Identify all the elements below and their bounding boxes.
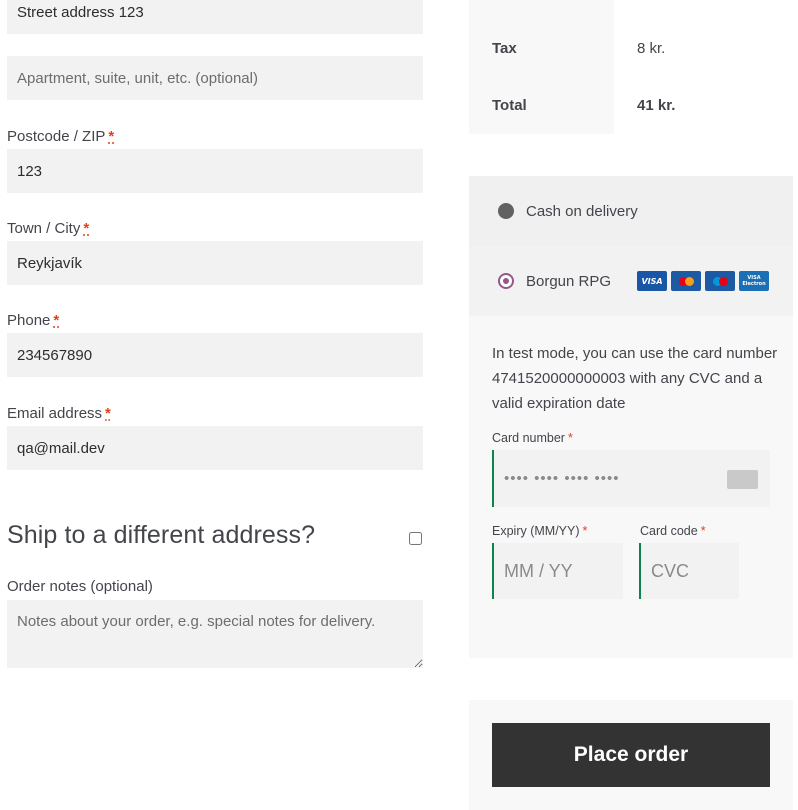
totals-label-column	[469, 0, 614, 134]
email-input[interactable]	[7, 426, 423, 470]
card-code-input[interactable]	[639, 543, 739, 599]
street-address-input[interactable]	[7, 0, 423, 34]
borgun-label[interactable]: Borgun RPG	[526, 273, 611, 290]
required-marker: *	[108, 128, 115, 145]
order-notes-textarea[interactable]	[7, 600, 423, 668]
ship-to-different-address-heading: Ship to a different address?	[7, 521, 316, 549]
required-marker: *	[567, 431, 573, 445]
expiry-label-text: Expiry (MM/YY)	[492, 524, 580, 538]
maestro-icon	[705, 271, 735, 291]
email-label-text: Email address	[7, 405, 103, 422]
cod-radio[interactable]	[498, 203, 514, 219]
required-marker: *	[83, 220, 90, 237]
card-number-label-text: Card number	[492, 431, 565, 445]
postcode-input[interactable]	[7, 149, 423, 193]
ship-to-different-address-checkbox[interactable]	[409, 532, 422, 545]
card-type-icon	[727, 470, 758, 489]
required-marker: *	[582, 524, 588, 538]
borgun-radio[interactable]	[498, 273, 514, 289]
place-order-button[interactable]: Place order	[492, 723, 770, 787]
city-input[interactable]	[7, 241, 423, 285]
card-code-label: Card code *	[640, 524, 706, 538]
tax-label: Tax	[492, 40, 517, 57]
apartment-input[interactable]	[7, 56, 423, 100]
city-label-text: Town / City	[7, 220, 81, 237]
required-marker: *	[53, 312, 60, 329]
required-marker: *	[105, 405, 111, 422]
visa-icon: VISA	[637, 271, 667, 291]
card-logos: VISA VISA Electron	[637, 271, 769, 291]
total-label: Total	[492, 97, 527, 114]
required-marker: *	[700, 524, 706, 538]
total-value: 41 kr.	[637, 97, 676, 114]
postcode-label: Postcode / ZIP *	[7, 128, 114, 145]
phone-label: Phone *	[7, 312, 59, 329]
test-mode-note: In test mode, you can use the card numbe…	[492, 345, 778, 412]
expiry-label: Expiry (MM/YY) *	[492, 524, 587, 538]
visa-electron-icon: VISA Electron	[739, 271, 769, 291]
card-code-label-text: Card code	[640, 524, 698, 538]
email-label: Email address *	[7, 405, 111, 422]
phone-label-text: Phone	[7, 312, 51, 329]
postcode-label-text: Postcode / ZIP	[7, 128, 106, 145]
mastercard-icon	[671, 271, 701, 291]
city-label: Town / City *	[7, 220, 89, 237]
tax-value: 8 kr.	[637, 40, 666, 57]
expiry-input[interactable]	[492, 543, 623, 599]
order-notes-label: Order notes (optional)	[7, 578, 153, 595]
cod-label[interactable]: Cash on delivery	[526, 203, 638, 220]
phone-input[interactable]	[7, 333, 423, 377]
card-number-label: Card number *	[492, 431, 573, 445]
